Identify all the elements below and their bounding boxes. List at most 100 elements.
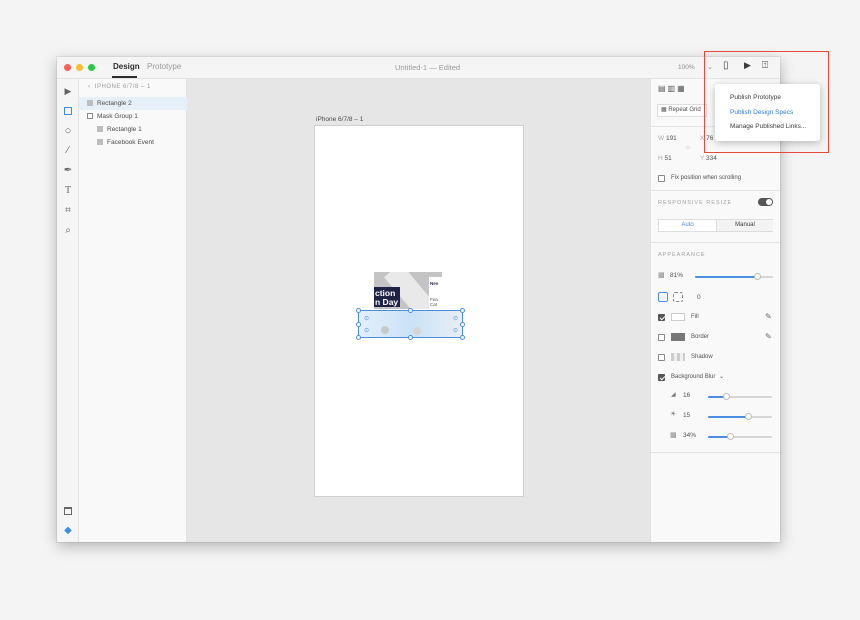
layer-item[interactable]: Facebook Event <box>79 136 187 149</box>
opacity-slider-knob[interactable] <box>754 273 761 280</box>
blur-brightness-value[interactable]: 15 <box>683 412 690 419</box>
minimize-window-button[interactable] <box>76 64 83 71</box>
rectangle-icon[interactable] <box>62 105 74 117</box>
per-corner-radius-icon[interactable] <box>673 292 683 302</box>
layers-panel: ‹ IPHONE 6/7/8 – 1 Rectangle 2 Mask Grou… <box>79 79 187 542</box>
responsive-resize-title: RESPONSIVE RESIZE <box>658 200 733 206</box>
chevron-down-icon[interactable]: ⌄ <box>719 373 724 380</box>
toggle-knob <box>766 199 772 205</box>
manual-option[interactable]: Manual <box>716 220 773 231</box>
h-value: 51 <box>664 155 672 162</box>
layer-label: Mask Group 1 <box>97 113 138 120</box>
app-window: Design Prototype Untitled-1 — Edited 100… <box>57 57 780 542</box>
opacity-value[interactable]: 81% <box>670 272 683 279</box>
line-icon[interactable]: ∕ <box>62 145 74 157</box>
lock-aspect-icon[interactable]: ⌂ <box>686 145 690 151</box>
fix-position-checkbox[interactable] <box>658 175 665 182</box>
layer-label: Rectangle 1 <box>107 126 142 133</box>
corner-radius-handle-icon[interactable]: ⊙ <box>364 315 369 322</box>
border-swatch[interactable] <box>671 333 685 341</box>
image-text: Cat <box>430 302 438 307</box>
repeat-grid-label: Repeat Grid <box>668 107 701 113</box>
border-checkbox[interactable] <box>658 334 665 341</box>
shadow-swatch[interactable] <box>671 353 685 361</box>
responsive-resize-toggle[interactable] <box>758 198 773 206</box>
y-value: 334 <box>706 155 717 162</box>
repeat-grid-button[interactable]: ▦ Repeat Grid <box>657 104 707 117</box>
fix-position-label: Fix position when scrolling <box>671 175 742 181</box>
tab-design[interactable]: Design <box>113 62 140 71</box>
resize-mode-segmented-control: Auto Manual <box>658 219 773 232</box>
artboard-icon[interactable]: ⌗ <box>62 205 74 217</box>
opacity-icon: ▩ <box>658 272 665 279</box>
rectangle-layer-icon <box>87 100 93 107</box>
selection-box[interactable]: ⊙ ⊙ ⊙ ⊙ <box>356 308 465 340</box>
fill-checkbox[interactable] <box>658 314 665 321</box>
blur-amount-value[interactable]: 16 <box>683 392 690 399</box>
select-icon[interactable]: ▶ <box>62 85 74 97</box>
layer-item[interactable]: Rectangle 1 <box>79 123 187 136</box>
canvas[interactable]: iPhone 6/7/8 – 1 ction n Day Nev Fea Cat <box>187 79 650 542</box>
tool-bar: ▶ ○ ∕ ✒ T ⌗ ⌕ ◆ <box>57 79 79 542</box>
document-title: Untitled-1 — Edited <box>395 63 461 72</box>
layer-item[interactable]: Mask Group 1 <box>79 110 187 123</box>
shadow-checkbox[interactable] <box>658 354 665 361</box>
artboard-label[interactable]: iPhone 6/7/8 – 1 <box>316 116 363 123</box>
ellipse-icon[interactable]: ○ <box>62 125 74 137</box>
corner-radius-handle-icon[interactable]: ⊙ <box>364 327 369 334</box>
image-text: n Day <box>375 297 399 307</box>
h-label: H <box>658 155 663 162</box>
background-blur-checkbox[interactable] <box>658 374 665 381</box>
eyedropper-icon[interactable]: ✎ <box>765 332 772 341</box>
layer-item[interactable]: Rectangle 2 <box>79 97 187 110</box>
uniform-radius-icon[interactable] <box>658 292 668 302</box>
fill-label: Fill <box>691 314 699 320</box>
resize-handle[interactable] <box>460 322 465 327</box>
zoom-icon[interactable]: ⌕ <box>62 225 74 237</box>
tab-prototype[interactable]: Prototype <box>147 62 181 71</box>
resize-handle[interactable] <box>408 308 413 313</box>
height-field[interactable]: H 51 <box>658 155 672 162</box>
blur-opacity-value[interactable]: 34% <box>683 432 696 439</box>
brightness-icon: ☀ <box>670 411 677 418</box>
width-field[interactable]: W 191 <box>658 135 677 142</box>
resize-handle[interactable] <box>356 322 361 327</box>
title-bar: Design Prototype Untitled-1 — Edited 100… <box>57 57 780 79</box>
divider <box>651 242 780 243</box>
grid-icon: ▦ <box>661 107 667 113</box>
breadcrumb[interactable]: ‹ IPHONE 6/7/8 – 1 <box>88 84 151 90</box>
corner-radius-value[interactable]: 0 <box>697 294 701 301</box>
chevron-left-icon[interactable]: ‹ <box>88 84 91 90</box>
facebook-event-image[interactable]: ction n Day Nev Fea Cat <box>374 272 442 309</box>
breadcrumb-label: IPHONE 6/7/8 – 1 <box>94 84 151 90</box>
layers-icon[interactable]: ◆ <box>62 525 74 537</box>
align-icons[interactable]: ▤▥▦ <box>658 84 687 93</box>
artboard[interactable]: ction n Day Nev Fea Cat ⊙ ⊙ ⊙ ⊙ <box>315 126 523 496</box>
rectangle-layer-icon <box>97 126 103 133</box>
fill-swatch[interactable] <box>671 313 685 321</box>
w-label: W <box>658 135 665 142</box>
assets-shape <box>64 507 72 515</box>
text-icon[interactable]: T <box>62 185 74 197</box>
highlight-box <box>704 51 829 153</box>
resize-handle[interactable] <box>356 308 361 313</box>
resize-handle[interactable] <box>460 335 465 340</box>
w-value: 191 <box>665 135 677 142</box>
resize-handle[interactable] <box>460 308 465 313</box>
pen-icon[interactable]: ✒ <box>62 165 74 177</box>
auto-option[interactable]: Auto <box>659 220 716 231</box>
eyedropper-icon[interactable]: ✎ <box>765 312 772 321</box>
blur-brightness-slider-knob[interactable] <box>745 413 752 420</box>
resize-handle[interactable] <box>356 335 361 340</box>
zoom-level[interactable]: 100% <box>678 64 695 71</box>
border-label: Border <box>691 334 710 340</box>
corner-radius-handle-icon[interactable]: ⊙ <box>453 315 458 322</box>
assets-icon[interactable] <box>62 505 74 517</box>
corner-radius-handle-icon[interactable]: ⊙ <box>453 327 458 334</box>
y-field[interactable]: Y 334 <box>700 155 717 162</box>
blur-amount-slider-knob[interactable] <box>723 393 730 400</box>
blur-opacity-slider-knob[interactable] <box>727 433 734 440</box>
maximize-window-button[interactable] <box>88 64 95 71</box>
resize-handle[interactable] <box>408 335 413 340</box>
close-window-button[interactable] <box>64 64 71 71</box>
